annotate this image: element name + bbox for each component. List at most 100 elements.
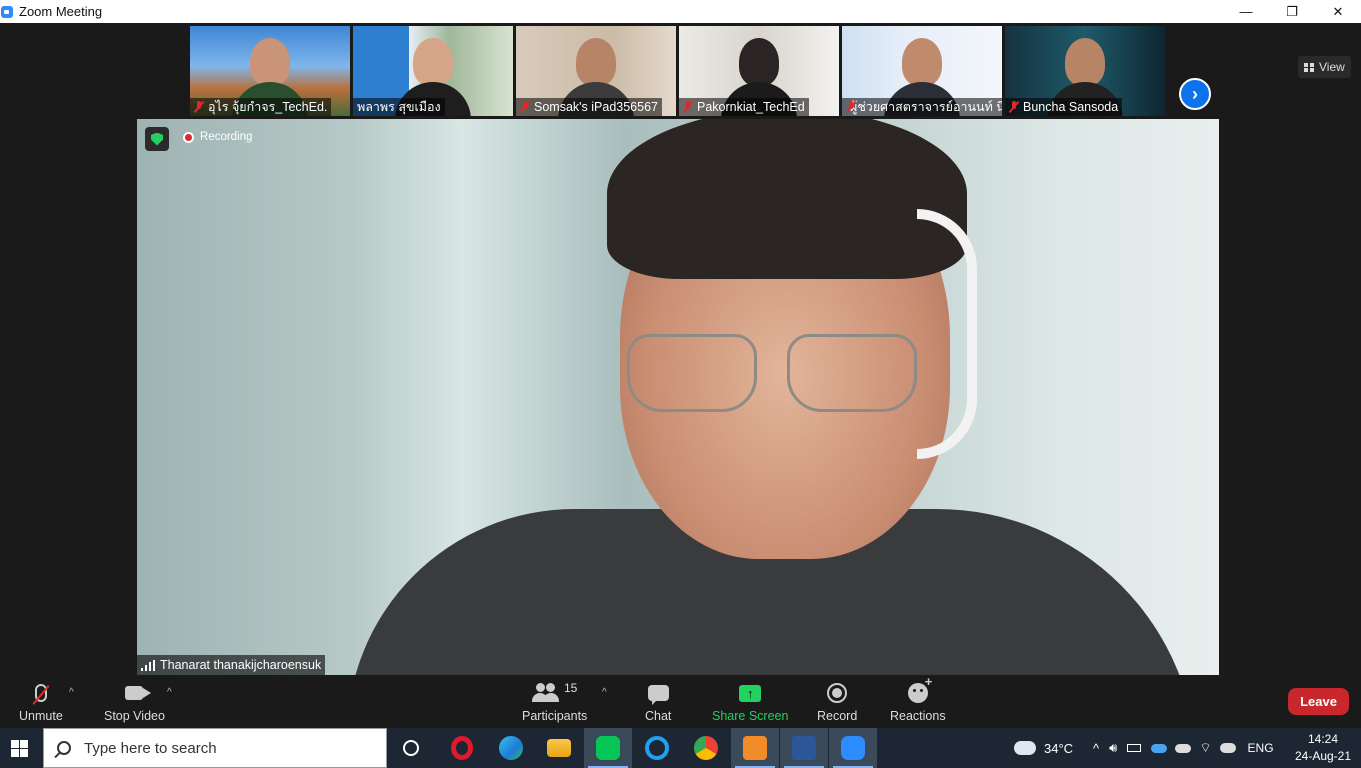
line-icon (596, 736, 620, 760)
view-label: View (1319, 60, 1345, 74)
onedrive-personal-icon[interactable] (1175, 743, 1192, 753)
mic-muted-icon (520, 101, 530, 113)
mic-muted-icon (683, 101, 693, 113)
title-bar: Zoom Meeting — ❐ ✕ (0, 0, 1361, 23)
share-screen-button[interactable]: ↑ Share Screen (712, 681, 788, 723)
signal-strength-icon (141, 659, 155, 671)
recording-indicator[interactable]: Recording (183, 131, 252, 143)
video-options-caret[interactable]: ^ (167, 687, 172, 698)
zoom-icon (841, 736, 865, 760)
word-app[interactable] (780, 728, 828, 768)
zoom-taskbar-app[interactable] (829, 728, 877, 768)
folder-icon (547, 739, 571, 757)
line-app[interactable] (584, 728, 632, 768)
participants-icon (531, 683, 560, 703)
chat-label: Chat (645, 709, 672, 723)
participant-gallery: อุไร จุ้ยกำจร_TechEd. พลาพร สุขเมือง Som… (0, 23, 1361, 119)
clock-time: 14:24 (1307, 732, 1339, 746)
speaker-hair (607, 119, 967, 279)
weather-temp: 34°C (1044, 740, 1074, 756)
participant-name: พลาพร สุขเมือง (353, 98, 445, 116)
participants-options-caret[interactable]: ^ (602, 687, 607, 698)
participant-name: ผู้ช่วยศาสตราจารย์อานนท์ นิ... (842, 98, 1002, 116)
stop-video-button[interactable]: Stop Video (104, 681, 165, 723)
zoom-app-icon (1, 5, 13, 18)
close-button[interactable]: ✕ (1315, 0, 1361, 23)
volume-icon[interactable]: 🔊︎ (1109, 740, 1117, 756)
reactions-label: Reactions (890, 709, 946, 723)
participants-label: Participants (522, 709, 588, 723)
audio-options-caret[interactable]: ^ (69, 687, 74, 698)
chrome-app[interactable] (682, 728, 730, 768)
onedrive-icon[interactable] (1151, 743, 1168, 753)
edge-app[interactable] (487, 728, 535, 768)
encryption-shield-icon[interactable] (145, 127, 169, 151)
participants-count: 15 (563, 681, 578, 695)
cortana-icon (403, 740, 419, 756)
active-speaker-video[interactable]: Recording Thanarat thanakijcharoensuk (137, 119, 1219, 675)
opera-icon (451, 736, 473, 760)
unmute-label: Unmute (19, 709, 63, 723)
opera-app[interactable] (438, 728, 486, 768)
meeting-toolbar: Unmute ^ Stop Video ^ 15 Participants ^ … (0, 674, 1361, 728)
participant-name: Somsak's iPad356567 (516, 98, 662, 116)
share-screen-icon: ↑ (739, 684, 762, 702)
weather-widget[interactable]: 34°C (1014, 728, 1073, 768)
participants-button[interactable]: 15 Participants (522, 681, 587, 723)
record-button[interactable]: Record (817, 681, 857, 723)
participant-tile[interactable]: Somsak's iPad356567 (516, 26, 676, 116)
cloud-sun-icon (1014, 741, 1036, 755)
participant-tile[interactable]: Pakornkiat_TechEd (679, 26, 839, 116)
edge-icon (499, 736, 523, 760)
smiley-icon (907, 674, 932, 703)
search-icon (57, 741, 71, 755)
paint-app[interactable] (731, 728, 779, 768)
window-title: Zoom Meeting (19, 4, 103, 19)
mic-muted-icon (1009, 101, 1019, 113)
next-page-button[interactable]: › (1179, 78, 1211, 110)
participant-tile[interactable]: อุไร จุ้ยกำจร_TechEd. (190, 26, 350, 116)
chevron-right-icon: › (1192, 83, 1198, 104)
mic-muted-icon (34, 684, 47, 702)
speaker-name-label: Thanarat thanakijcharoensuk (137, 655, 326, 675)
taskbar-clock[interactable]: 14:24 24-Aug-21 (1292, 731, 1354, 765)
show-hidden-icons-button[interactable]: ^ (1093, 741, 1099, 756)
taskbar-search[interactable] (43, 728, 387, 768)
battery-icon[interactable] (1127, 744, 1142, 752)
restore-button[interactable]: ❐ (1269, 0, 1315, 23)
participant-name: Pakornkiat_TechEd (679, 98, 809, 116)
task-view-button[interactable] (387, 728, 435, 768)
reactions-button[interactable]: Reactions (890, 674, 946, 723)
word-icon (792, 736, 816, 760)
minimize-button[interactable]: — (1223, 0, 1269, 23)
mic-muted-icon (194, 101, 204, 113)
chrome-icon (694, 736, 718, 760)
paint-icon (743, 736, 767, 760)
window-controls: — ❐ ✕ (1223, 0, 1361, 23)
windows-start-icon[interactable] (11, 740, 28, 757)
search-input[interactable] (84, 739, 374, 757)
participant-tile[interactable]: ผู้ช่วยศาสตราจารย์อานนท์ นิ... (842, 26, 1002, 116)
wifi-icon[interactable]: ⌔ (1199, 740, 1211, 756)
participant-tile[interactable]: พลาพร สุขเมือง (353, 26, 513, 116)
system-tray: ^ 🔊︎ ⌔ ENG (1093, 728, 1274, 768)
file-explorer-app[interactable] (535, 728, 583, 768)
grid-icon (1304, 62, 1314, 72)
ie-icon (645, 736, 669, 760)
participant-tile[interactable]: Buncha Sansoda (1005, 26, 1165, 116)
chat-button[interactable]: Chat (645, 681, 671, 723)
internet-explorer-app[interactable] (633, 728, 681, 768)
recording-label: Recording (200, 131, 253, 143)
participant-name: อุไร จุ้ยกำจร_TechEd. (190, 98, 332, 116)
windows-taskbar: 34°C ^ 🔊︎ ⌔ ENG 14:24 24-Aug-21 (0, 728, 1361, 768)
glasses (627, 334, 927, 424)
share-screen-label: Share Screen (712, 709, 789, 723)
input-language[interactable]: ENG (1248, 741, 1274, 755)
leave-button[interactable]: Leave (1288, 688, 1349, 715)
view-button[interactable]: View (1298, 56, 1351, 78)
video-camera-icon (125, 686, 152, 700)
cloud-upload-icon[interactable] (1219, 743, 1236, 753)
unmute-button[interactable]: Unmute (19, 681, 63, 723)
record-icon (827, 683, 848, 703)
participant-name: Buncha Sansoda (1005, 98, 1123, 116)
